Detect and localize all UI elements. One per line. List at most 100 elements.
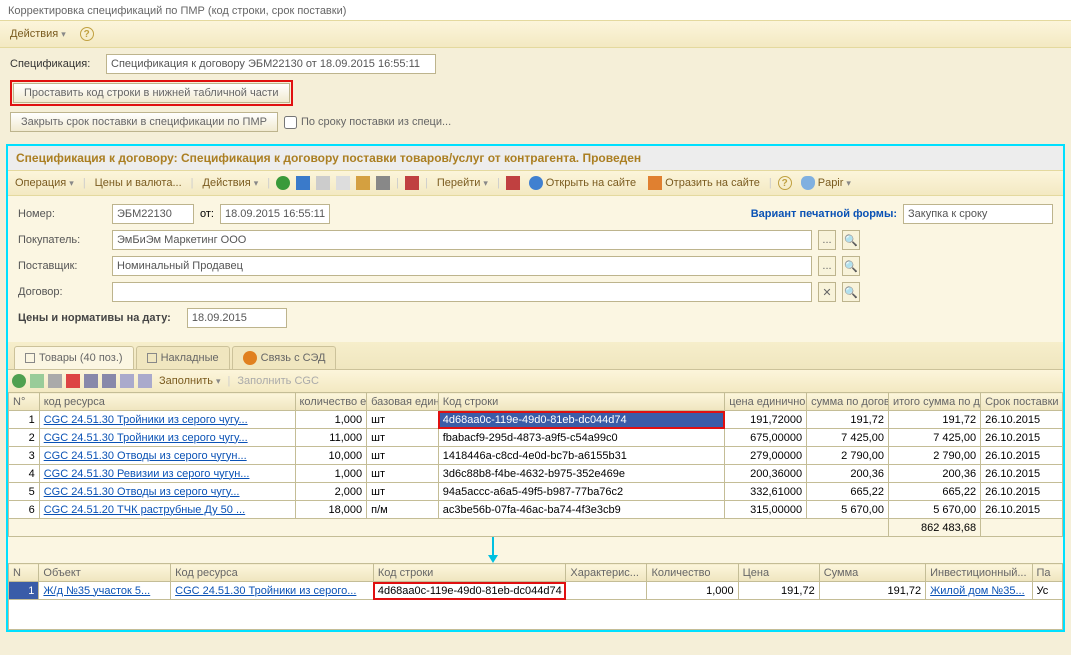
- operation-menu[interactable]: Операция: [12, 175, 77, 191]
- bcol-char[interactable]: Характерис...: [566, 564, 647, 582]
- tab-invoices[interactable]: Накладные: [136, 346, 230, 369]
- contract-input[interactable]: [112, 282, 812, 302]
- fill-cgc-button[interactable]: Заполнить CGC: [234, 373, 322, 389]
- col-qty[interactable]: количество единиц: [295, 393, 367, 411]
- date-input[interactable]: [220, 204, 330, 224]
- bcol-code[interactable]: Код строки: [373, 564, 566, 582]
- bcol-n[interactable]: N: [9, 564, 39, 582]
- supplier-search-button[interactable]: 🔍: [842, 256, 860, 276]
- resource-link[interactable]: CGC 24.51.30 Отводы из серого чугун...: [44, 450, 247, 462]
- resource-link[interactable]: CGC 24.51.30 Отводы из серого чугу...: [44, 486, 240, 498]
- table-row[interactable]: 2CGC 24.51.30 Тройники из серого чугу...…: [9, 429, 1063, 447]
- supplier-input[interactable]: [112, 256, 812, 276]
- add-icon[interactable]: [276, 176, 290, 190]
- term-checkbox-label[interactable]: По сроку поставки из специ...: [284, 116, 451, 129]
- actions-submenu[interactable]: Действия: [200, 175, 262, 191]
- col-delivery[interactable]: Срок поставки: [981, 393, 1063, 411]
- print-variant-label: Вариант печатной формы:: [751, 208, 897, 220]
- table-row[interactable]: 5CGC 24.51.30 Отводы из серого чугу...2,…: [9, 483, 1063, 501]
- table-row[interactable]: 3CGC 24.51.30 Отводы из серого чугун...1…: [9, 447, 1063, 465]
- resource-link[interactable]: CGC 24.51.20 ТЧК раструбные Ду 50 ...: [44, 504, 245, 516]
- sort-asc-icon[interactable]: [120, 374, 134, 388]
- contract-search-button[interactable]: 🔍: [842, 282, 860, 302]
- buyer-search-button[interactable]: 🔍: [842, 230, 860, 250]
- sub-title: Спецификация к договору: Спецификация к …: [8, 146, 1063, 170]
- bcol-pa[interactable]: Па: [1032, 564, 1062, 582]
- contract-clear-button[interactable]: ✕: [818, 282, 836, 302]
- box-icon[interactable]: [356, 176, 370, 190]
- delete-row-icon[interactable]: [66, 374, 80, 388]
- table-row[interactable]: 1 Ж/д №35 участок 5... CGC 24.51.30 Трой…: [9, 582, 1063, 600]
- total-sum: 862 483,68: [888, 519, 980, 537]
- move-down-icon[interactable]: [102, 374, 116, 388]
- print-variant-input[interactable]: [903, 204, 1053, 224]
- goto-menu[interactable]: Перейти: [434, 175, 491, 191]
- papir-menu[interactable]: Papir: [798, 174, 854, 192]
- col-price[interactable]: цена единичного: [725, 393, 807, 411]
- buyer-select-button[interactable]: ...: [818, 230, 836, 250]
- save-icon[interactable]: [296, 176, 310, 190]
- resource-link[interactable]: CGC 24.51.30 Ревизии из серого чугун...: [44, 468, 250, 480]
- copy-icon[interactable]: [316, 176, 330, 190]
- resource-link[interactable]: CGC 24.51.30 Тройники из серого чугу...: [44, 414, 248, 426]
- buyer-input[interactable]: [112, 230, 812, 250]
- col-sum[interactable]: сумма по договору: [807, 393, 889, 411]
- bcol-inv[interactable]: Инвестиционный...: [926, 564, 1032, 582]
- col-rowcode[interactable]: Код строки: [438, 393, 725, 411]
- move-up-icon[interactable]: [84, 374, 98, 388]
- edit-row-icon[interactable]: [48, 374, 62, 388]
- bcol-qty[interactable]: Количество: [647, 564, 738, 582]
- tab-sed[interactable]: Связь с СЭД: [232, 346, 337, 369]
- debit-icon[interactable]: [405, 176, 419, 190]
- table-header: N° код ресурса количество единиц базовая…: [9, 393, 1063, 411]
- bcol-sum[interactable]: Сумма: [819, 564, 925, 582]
- buyer-label: Покупатель:: [18, 234, 106, 246]
- fill-menu[interactable]: Заполнить: [156, 373, 224, 389]
- rates-date-input[interactable]: [187, 308, 287, 328]
- help-icon-2[interactable]: ?: [778, 176, 792, 190]
- col-n[interactable]: N°: [9, 393, 40, 411]
- dk-icon[interactable]: [506, 176, 520, 190]
- tree-icon: [648, 176, 662, 190]
- rates-label: Цены и нормативы на дату:: [18, 312, 171, 324]
- set-rowcode-button[interactable]: Проставить код строки в нижней табличной…: [13, 83, 290, 103]
- bcol-obj[interactable]: Объект: [39, 564, 171, 582]
- checkbox-icon: [147, 353, 157, 363]
- insert-row-icon[interactable]: [30, 374, 44, 388]
- invest-link[interactable]: Жилой дом №35...: [930, 585, 1025, 597]
- add-row-icon[interactable]: [12, 374, 26, 388]
- table-row[interactable]: 4CGC 24.51.30 Ревизии из серого чугун...…: [9, 465, 1063, 483]
- help-button[interactable]: ?: [76, 25, 98, 43]
- paste-icon[interactable]: [336, 176, 350, 190]
- supplier-select-button[interactable]: ...: [818, 256, 836, 276]
- reflect-site-button[interactable]: Отразить на сайте: [645, 174, 763, 192]
- print-icon[interactable]: [376, 176, 390, 190]
- top-form: Спецификация: Проставить код строки в ни…: [0, 48, 1071, 144]
- term-checkbox[interactable]: [284, 116, 297, 129]
- arrow-annotation: [8, 537, 1063, 563]
- table-row[interactable]: 1CGC 24.51.30 Тройники из серого чугу...…: [9, 411, 1063, 429]
- tab-goods[interactable]: Товары (40 поз.): [14, 346, 134, 369]
- sort-desc-icon[interactable]: [138, 374, 152, 388]
- globe-icon: [529, 176, 543, 190]
- supplier-label: Поставщик:: [18, 260, 106, 272]
- table-row[interactable]: 6CGC 24.51.20 ТЧК раструбные Ду 50 ...18…: [9, 501, 1063, 519]
- window-title: Корректировка спецификаций по ПМР (код с…: [8, 5, 346, 17]
- prices-button[interactable]: Цены и валюта...: [92, 175, 185, 191]
- close-term-button[interactable]: Закрыть срок поставки в спецификации по …: [10, 112, 278, 132]
- spec-input[interactable]: [106, 54, 436, 74]
- checkbox-icon: [25, 353, 35, 363]
- number-input[interactable]: [112, 204, 194, 224]
- col-unit[interactable]: базовая единица: [367, 393, 439, 411]
- col-total[interactable]: итого сумма по договору: [888, 393, 980, 411]
- bottom-table: N Объект Код ресурса Код строки Характер…: [8, 563, 1063, 630]
- bcol-res[interactable]: Код ресурса: [171, 564, 374, 582]
- window-titlebar: Корректировка спецификаций по ПМР (код с…: [0, 0, 1071, 20]
- actions-menu[interactable]: Действия: [6, 26, 70, 42]
- col-resource[interactable]: код ресурса: [39, 393, 295, 411]
- resource-link[interactable]: CGC 24.51.30 Тройники из серого чугу...: [44, 432, 248, 444]
- bcol-price[interactable]: Цена: [738, 564, 819, 582]
- object-link[interactable]: Ж/д №35 участок 5...: [43, 585, 150, 597]
- resource-link[interactable]: CGC 24.51.30 Тройники из серого...: [175, 585, 356, 597]
- open-site-button[interactable]: Открыть на сайте: [526, 174, 639, 192]
